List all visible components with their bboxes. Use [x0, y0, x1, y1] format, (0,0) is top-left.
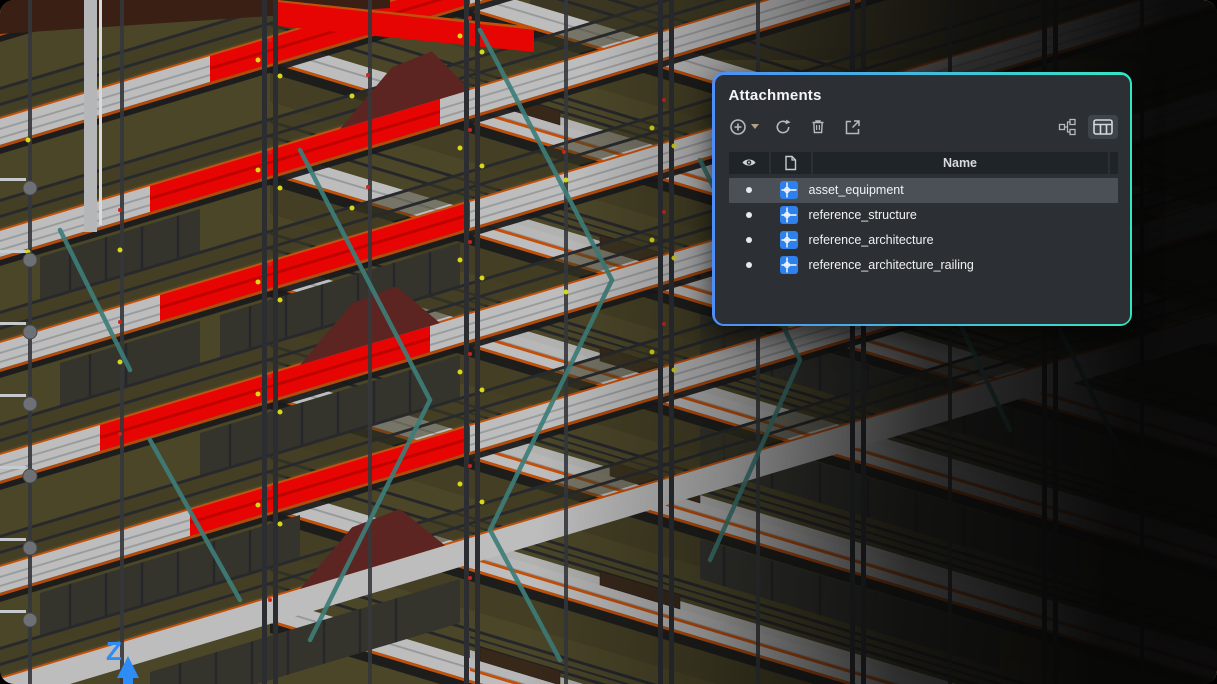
attachment-name: asset_equipment	[809, 183, 1118, 197]
attachments-toolbar	[729, 115, 1118, 139]
visibility-toggle[interactable]	[729, 187, 769, 193]
file-type-column-header[interactable]	[771, 152, 811, 174]
visibility-toggle[interactable]	[729, 212, 769, 218]
visibility-dot	[746, 212, 752, 218]
attachment-row[interactable]: reference_architecture	[729, 228, 1118, 253]
attachment-name: reference_architecture_railing	[809, 258, 1118, 272]
add-circle-icon	[729, 118, 747, 136]
dwg-xref-icon	[769, 256, 809, 274]
document-icon	[784, 155, 797, 171]
open-in-window-button[interactable]	[842, 115, 864, 139]
table-header: Name	[729, 152, 1118, 174]
attachment-row[interactable]: reference_architecture_railing	[729, 253, 1118, 278]
trash-icon	[809, 118, 827, 136]
visibility-column-header[interactable]	[729, 152, 769, 174]
header-end-cap	[1110, 152, 1118, 174]
visibility-toggle[interactable]	[729, 262, 769, 268]
visibility-toggle[interactable]	[729, 237, 769, 243]
attach-button[interactable]	[729, 115, 759, 139]
application-window: Z Attachments	[0, 0, 1217, 684]
attachment-row[interactable]: asset_equipment	[729, 178, 1118, 203]
tree-view-icon	[1058, 118, 1077, 136]
panel-title: Attachments	[729, 87, 1118, 104]
dwg-xref-icon	[769, 231, 809, 249]
refresh-icon	[774, 118, 792, 136]
delete-button[interactable]	[807, 115, 829, 139]
refresh-button[interactable]	[772, 115, 794, 139]
open-external-icon	[844, 118, 862, 136]
tree-view-toggle[interactable]	[1057, 115, 1079, 139]
attachment-row[interactable]: reference_structure	[729, 203, 1118, 228]
visibility-dot	[746, 262, 752, 268]
name-column-header[interactable]: Name	[813, 152, 1108, 174]
dwg-xref-icon	[769, 181, 809, 199]
visibility-dot	[746, 187, 752, 193]
visibility-dot	[746, 237, 752, 243]
ucs-z-label: Z	[106, 636, 122, 666]
eye-icon	[741, 157, 757, 168]
chevron-down-icon	[751, 124, 759, 129]
attachment-name: reference_architecture	[809, 233, 1118, 247]
table-view-icon	[1093, 119, 1113, 135]
attachments-panel: Attachments	[712, 72, 1132, 326]
dwg-xref-icon	[769, 206, 809, 224]
table-view-toggle[interactable]	[1088, 115, 1118, 139]
attachments-table: Name asset_equipment	[729, 152, 1118, 278]
attachment-name: reference_structure	[809, 208, 1118, 222]
attachments-list: asset_equipment reference_structure	[729, 178, 1118, 278]
